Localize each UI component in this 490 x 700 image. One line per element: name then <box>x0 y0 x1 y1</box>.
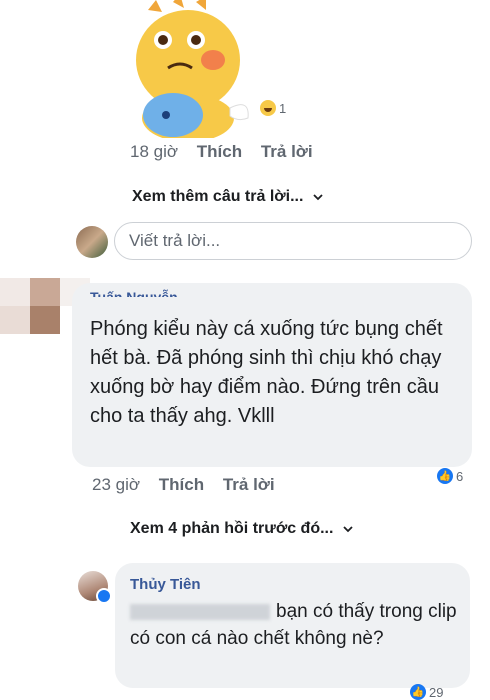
crying-dino-sticker <box>136 0 249 138</box>
comment-time: 18 giờ <box>130 142 179 161</box>
blurred-mention <box>130 603 270 620</box>
more-replies-link[interactable]: Xem thêm câu trả lời... <box>132 188 324 206</box>
comment-text: bạn có thấy trong clip có con cá nào chế… <box>130 598 460 652</box>
comment-text: Phóng kiểu này cá xuống tức bụng chết hế… <box>90 318 443 427</box>
comment-author[interactable]: Thủy Tiên <box>130 576 201 593</box>
comment-author[interactable]: Tuấn Nguyễn <box>90 283 178 297</box>
reply-link[interactable]: Trả lời <box>261 142 313 161</box>
chevron-down-icon <box>343 526 354 533</box>
comment1-actions: 18 giờ Thích Trả lời <box>130 142 327 162</box>
more-replies-label: Xem thêm câu trả lời... <box>132 188 304 205</box>
like-link[interactable]: Thích <box>197 142 242 161</box>
user-avatar <box>76 226 108 258</box>
previous-replies-link[interactable]: Xem 4 phản hồi trước đó... <box>130 520 354 538</box>
comment2-actions: 23 giờ Thích Trả lời <box>92 475 289 495</box>
verified-badge-icon <box>96 588 112 604</box>
reply-input[interactable]: Viết trả lời... <box>114 222 472 260</box>
reply-placeholder: Viết trả lời... <box>129 231 221 250</box>
haha-reaction-count[interactable]: 1 <box>260 100 286 116</box>
chevron-down-icon <box>313 194 324 201</box>
reply-link[interactable]: Trả lời <box>223 475 275 494</box>
comment-time: 23 giờ <box>92 475 141 494</box>
like-link[interactable]: Thích <box>159 475 204 494</box>
like-reaction-count[interactable]: 👍 6 <box>437 468 463 484</box>
previous-replies-label: Xem 4 phản hồi trước đó... <box>130 520 334 537</box>
haha-icon <box>260 100 276 116</box>
thumbs-up-icon: 👍 <box>437 468 453 484</box>
reaction-count-value: 29 <box>429 684 444 700</box>
like-count-value: 6 <box>456 468 464 484</box>
reaction-count-value: 1 <box>279 100 287 116</box>
